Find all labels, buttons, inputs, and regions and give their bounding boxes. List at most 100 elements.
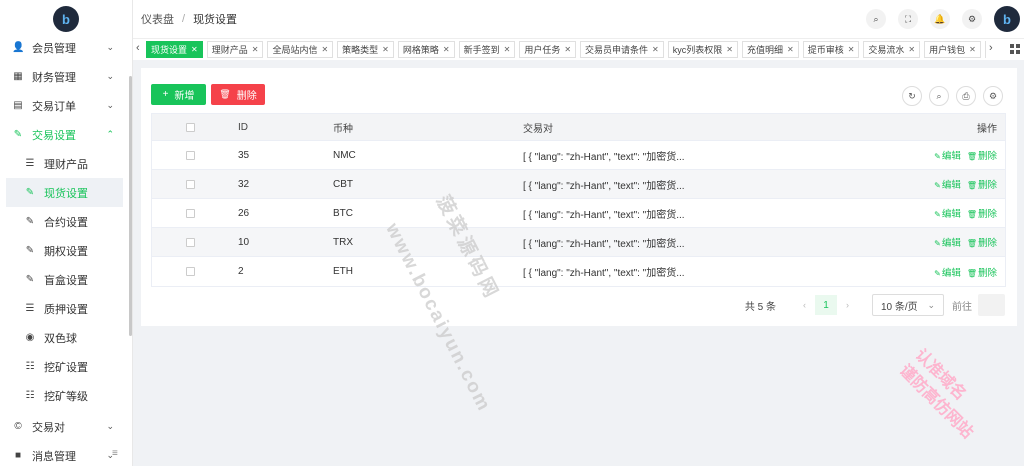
sidebar-scrollbar[interactable] bbox=[129, 76, 132, 336]
sidebar-item[interactable]: ▤ 交易订单 ⌄ bbox=[0, 91, 128, 120]
list-icon: ☰ bbox=[25, 158, 35, 169]
sidebar-item[interactable]: ☰ 理财产品 bbox=[0, 149, 128, 178]
close-icon[interactable]: ✕ bbox=[908, 45, 915, 54]
sidebar-item[interactable]: ✎ 合约设置 bbox=[0, 207, 128, 236]
edit-link[interactable]: ✎编辑 bbox=[934, 180, 961, 191]
tab-item[interactable]: 新手签到 ✕ bbox=[458, 41, 516, 58]
sidebar-item[interactable]: ▦ 财务管理 ⌄ bbox=[0, 62, 128, 91]
close-icon[interactable]: ✕ bbox=[382, 45, 389, 54]
row-checkbox[interactable] bbox=[186, 150, 195, 160]
close-icon[interactable]: ✕ bbox=[787, 45, 794, 54]
tabs-menu-icon[interactable] bbox=[1010, 44, 1020, 54]
page-size-select[interactable]: 10 条/页 ⌄ bbox=[872, 294, 944, 316]
search-icon[interactable]: ⌕ bbox=[929, 86, 949, 106]
refresh-icon[interactable]: ↻ bbox=[902, 86, 922, 106]
tab-item[interactable]: 用户钱包 ✕ bbox=[924, 41, 981, 58]
column-header-coin[interactable]: 币种 bbox=[324, 120, 514, 135]
close-icon[interactable]: ✕ bbox=[848, 45, 855, 54]
sidebar-item[interactable]: 👤 会员管理 ⌄ bbox=[0, 33, 128, 62]
tab-item[interactable]: 策略类型 ✕ bbox=[337, 41, 394, 58]
column-header-action: 操作 bbox=[977, 123, 997, 135]
close-icon[interactable]: ✕ bbox=[191, 45, 198, 54]
close-icon[interactable]: ✕ bbox=[969, 45, 976, 54]
sidebar-item[interactable]: ✎ 期权设置 bbox=[0, 236, 128, 265]
edit-link[interactable]: ✎编辑 bbox=[934, 151, 961, 162]
sidebar-item[interactable]: ☰ 质押设置 bbox=[0, 294, 128, 323]
tab-item[interactable]: 现货设置 ✕ bbox=[146, 41, 203, 58]
tab-item[interactable]: 用户任务 ✕ bbox=[519, 41, 577, 58]
collapse-menu-icon[interactable]: ≡ bbox=[112, 448, 118, 459]
search-icon[interactable]: ⌕ bbox=[866, 9, 886, 29]
edit-icon: ✎ bbox=[934, 152, 941, 161]
breadcrumb-home[interactable]: 仪表盘 bbox=[141, 11, 174, 27]
sidebar-item[interactable]: ☷ 挖矿等级 bbox=[0, 381, 128, 410]
delete-link[interactable]: 🗑删除 bbox=[967, 268, 997, 279]
delete-link[interactable]: 🗑删除 bbox=[967, 151, 997, 162]
page-number[interactable]: 1 bbox=[815, 295, 837, 315]
close-icon[interactable]: ✕ bbox=[443, 45, 450, 54]
next-page-icon[interactable]: › bbox=[846, 300, 849, 310]
delete-link[interactable]: 🗑删除 bbox=[967, 209, 997, 220]
column-header-pair[interactable]: 交易对 bbox=[514, 120, 909, 135]
row-checkbox[interactable] bbox=[186, 267, 195, 276]
delete-link[interactable]: 🗑删除 bbox=[967, 238, 997, 249]
edit-link[interactable]: ✎编辑 bbox=[934, 238, 961, 249]
close-icon[interactable]: ✕ bbox=[564, 45, 571, 54]
delete-link[interactable]: 🗑删除 bbox=[967, 180, 997, 191]
tabs-scroll-left-icon[interactable]: ‹ bbox=[136, 42, 140, 54]
sidebar-item-label: 财务管理 bbox=[32, 71, 76, 84]
add-button[interactable]: + 新增 bbox=[151, 84, 206, 105]
cell-id: 10 bbox=[238, 236, 250, 248]
table-row: 35 NMC [ { "lang": "zh-Hant", "text": "加密货… bbox=[152, 141, 1005, 170]
sidebar-item[interactable]: © 交易对 ⌄ bbox=[0, 412, 128, 441]
sidebar-item-label: 挖矿等级 bbox=[44, 390, 88, 403]
row-checkbox[interactable] bbox=[186, 179, 195, 189]
sidebar-item[interactable]: ✎ 盲盒设置 bbox=[0, 265, 128, 294]
tab-item[interactable]: kyc列表权限 ✕ bbox=[667, 41, 738, 58]
fullscreen-icon[interactable]: ⛶ bbox=[898, 9, 918, 29]
bell-icon[interactable]: 🔔 bbox=[930, 9, 950, 29]
tab-item[interactable]: 网格策略 ✕ bbox=[397, 41, 455, 58]
cell-id: 32 bbox=[238, 178, 250, 190]
tab-item[interactable]: 全局站内信 ✕ bbox=[267, 41, 334, 58]
cell-actions: ✎编辑 🗑删除 bbox=[909, 148, 1005, 162]
close-icon[interactable]: ✕ bbox=[504, 45, 511, 54]
tab-item[interactable]: 提币审核 ✕ bbox=[802, 41, 860, 58]
edit-link[interactable]: ✎编辑 bbox=[934, 268, 961, 279]
cell-coin: CBT bbox=[333, 178, 353, 190]
row-checkbox[interactable] bbox=[186, 208, 195, 218]
print-icon[interactable]: ⎙ bbox=[956, 86, 976, 106]
settings-icon[interactable]: ⚙ bbox=[983, 86, 1003, 106]
jump-page-input[interactable] bbox=[978, 294, 1005, 316]
column-header-id[interactable]: ID bbox=[229, 122, 324, 133]
sidebar-item[interactable]: ✎ 交易设置 ⌃ bbox=[0, 120, 128, 149]
delete-button[interactable]: 🗑 删除 bbox=[211, 84, 265, 105]
sidebar-item[interactable]: ◉ 双色球 bbox=[0, 323, 128, 352]
radio-icon: ◉ bbox=[25, 332, 35, 343]
tab-item[interactable]: 交易员申请条件 ✕ bbox=[580, 41, 664, 58]
close-icon[interactable]: ✕ bbox=[652, 45, 659, 54]
sidebar-item-label: 交易设置 bbox=[32, 129, 76, 142]
tab-item[interactable]: 交易流水 ✕ bbox=[863, 41, 921, 58]
tab-item[interactable]: 理财产品 ✕ bbox=[206, 41, 264, 58]
user-icon: 👤 bbox=[12, 42, 25, 53]
close-icon[interactable]: ✕ bbox=[726, 45, 733, 54]
select-all-checkbox[interactable] bbox=[186, 122, 195, 132]
tab-label: 交易流水 bbox=[868, 45, 905, 55]
settings-icon[interactable]: ⚙ bbox=[962, 9, 982, 29]
edit-link[interactable]: ✎编辑 bbox=[934, 209, 961, 220]
sidebar-item-label: 合约设置 bbox=[44, 216, 88, 229]
sidebar-item[interactable]: ☷ 挖矿设置 bbox=[0, 352, 128, 381]
prev-page-icon[interactable]: ‹ bbox=[803, 300, 806, 310]
logo[interactable]: b bbox=[53, 6, 79, 32]
sidebar-item[interactable]: ✎ 现货设置 bbox=[6, 178, 123, 207]
data-table: ID 币种 交易对 操作 35 NMC [ { "lang": "zh-Hant",… bbox=[151, 113, 1006, 287]
tabs-scroll-right-icon[interactable]: › bbox=[989, 42, 993, 54]
avatar[interactable]: b bbox=[994, 6, 1020, 32]
tab-item[interactable]: 开盒✕ bbox=[984, 41, 986, 58]
tab-item[interactable]: 充值明细 ✕ bbox=[741, 41, 799, 58]
close-icon[interactable]: ✕ bbox=[252, 45, 259, 54]
row-checkbox[interactable] bbox=[186, 237, 195, 247]
close-icon[interactable]: ✕ bbox=[321, 45, 328, 54]
sidebar-item[interactable]: ■ 消息管理 ⌄ bbox=[0, 441, 128, 466]
